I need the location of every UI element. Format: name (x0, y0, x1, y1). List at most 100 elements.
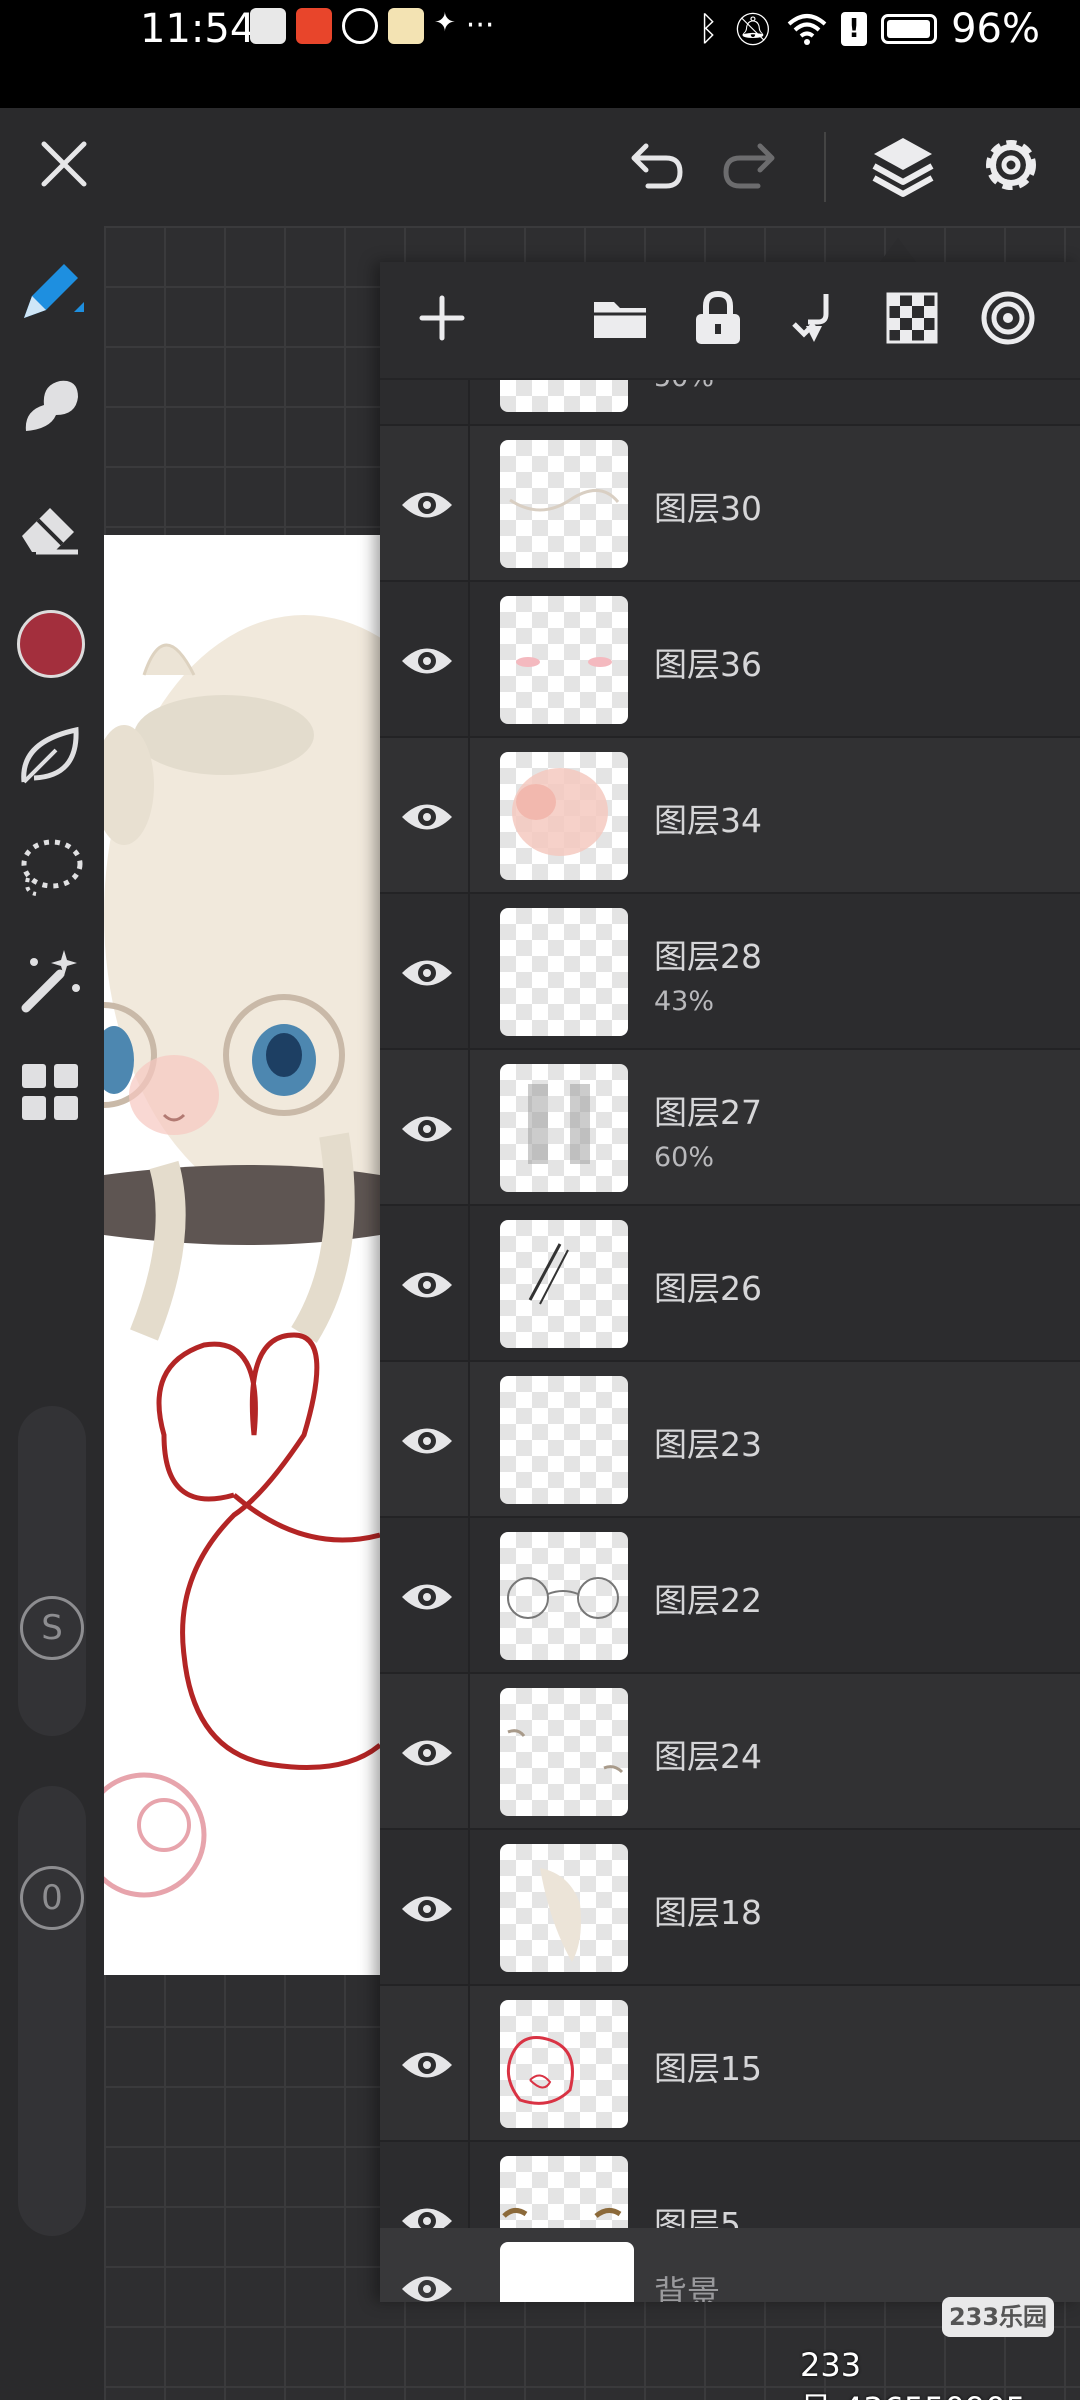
adjust-leaf-icon[interactable] (14, 720, 86, 792)
layer-row[interactable]: 图层15 (380, 1986, 1080, 2142)
layer-row[interactable]: 图层36 (380, 582, 1080, 738)
row-divider (468, 380, 470, 424)
lasso-select-icon[interactable] (14, 830, 86, 902)
visibility-eye-icon[interactable] (398, 476, 456, 534)
layer-thumbnail (500, 1064, 628, 1192)
row-divider (468, 1518, 470, 1672)
add-layer-icon[interactable] (410, 286, 474, 350)
artwork-canvas[interactable] (104, 535, 380, 1975)
layer-thumbnail (500, 1688, 628, 1816)
folder-icon[interactable] (588, 286, 652, 350)
screen: 11:54 ✦ ··· ᛒ 🔕︎ ! 96% S 0 图层30 图层36 图层3… (0, 0, 1080, 2400)
visibility-eye-icon[interactable] (398, 1100, 456, 1158)
visibility-eye-icon[interactable] (398, 1256, 456, 1314)
transparency-icon[interactable] (880, 286, 944, 350)
artwork-drawing (104, 615, 380, 1898)
notification-icons: ✦ ··· (250, 8, 494, 44)
app-notification-icon (250, 8, 286, 44)
layer-thumbnail (500, 1532, 628, 1660)
layer-thumbnail (500, 2000, 628, 2128)
mute-icon: 🔕︎ (732, 10, 774, 48)
brush-icon[interactable] (14, 256, 86, 328)
row-divider (468, 1050, 470, 1204)
layer-name: 图层34 (654, 801, 762, 840)
row-divider (468, 1206, 470, 1360)
layer-name: 图层5 (654, 2205, 741, 2228)
top-toolbar (0, 108, 1080, 226)
layer-row[interactable]: 图层18 (380, 1830, 1080, 1986)
opacity-slider-handle[interactable]: 0 (20, 1866, 84, 1930)
blend-mode-icon[interactable] (976, 286, 1040, 350)
visibility-eye-icon[interactable] (398, 788, 456, 846)
visibility-eye-icon[interactable] (398, 1724, 456, 1782)
bluetooth-icon: ᛒ (698, 9, 719, 49)
layer-row[interactable]: 图层5 (380, 2142, 1080, 2228)
row-divider (468, 2142, 470, 2228)
layer-thumbnail (500, 1844, 628, 1972)
grid-menu-icon[interactable] (14, 1056, 86, 1128)
visibility-eye-icon[interactable] (398, 1880, 456, 1938)
gear-icon[interactable] (978, 130, 1044, 200)
lock-icon[interactable] (686, 286, 750, 350)
layer-row[interactable]: 图层27 60% (380, 1050, 1080, 1206)
layer-thumbnail (500, 380, 628, 412)
background-layer-row[interactable]: 背景 (380, 2228, 1080, 2302)
eraser-icon[interactable] (14, 490, 86, 562)
watermark-logo: 233乐园 (942, 2297, 1054, 2337)
color-picker-button[interactable] (17, 610, 85, 678)
panel-pointer (880, 238, 916, 262)
close-icon[interactable] (34, 134, 94, 194)
layers-icon[interactable] (868, 132, 938, 202)
magic-wand-icon[interactable] (14, 944, 86, 1016)
shopping-app-icon (296, 8, 332, 44)
layer-name: 图层27 (654, 1093, 762, 1132)
layer-row[interactable]: 图层24 (380, 1674, 1080, 1830)
layer-thumbnail (500, 596, 628, 724)
undo-icon[interactable] (622, 136, 688, 196)
row-divider (468, 1362, 470, 1516)
row-divider (468, 894, 470, 1048)
row-divider (468, 1830, 470, 1984)
watermark-id: 233号:436550905 (800, 2346, 1026, 2400)
layer-opacity: 50% (654, 380, 714, 393)
status-right: ᛒ 🔕︎ ! 96% (698, 6, 1040, 52)
status-time: 11:54 (140, 6, 256, 52)
layer-thumbnail (500, 1220, 628, 1348)
visibility-eye-icon[interactable] (398, 632, 456, 690)
visibility-eye-icon[interactable] (398, 1412, 456, 1470)
merge-down-icon[interactable] (784, 286, 848, 350)
layer-thumbnail (500, 1376, 628, 1504)
smudge-icon[interactable] (14, 371, 86, 443)
background-thumbnail (500, 2242, 634, 2302)
layer-row[interactable]: 图层34 (380, 738, 1080, 894)
layer-row[interactable]: 图层28 43% (380, 894, 1080, 1050)
row-divider (468, 1674, 470, 1828)
layer-opacity: 60% (654, 1142, 715, 1173)
layer-name: 图层24 (654, 1737, 762, 1776)
layer-name: 图层22 (654, 1581, 762, 1620)
layer-row-partial[interactable]: 50% (380, 380, 1080, 426)
battery-icon (881, 14, 938, 44)
alert-icon: ! (841, 12, 868, 46)
visibility-eye-icon[interactable] (398, 2192, 456, 2228)
layer-row[interactable]: 图层30 (380, 426, 1080, 582)
layer-row[interactable]: 图层22 (380, 1518, 1080, 1674)
size-slider-handle[interactable]: S (20, 1596, 84, 1660)
status-bar: 11:54 ✦ ··· ᛒ 🔕︎ ! 96% (0, 0, 1080, 108)
layers-panel-toolbar (380, 262, 1080, 380)
layer-thumbnail (500, 752, 628, 880)
brush-size-slider[interactable] (18, 1406, 86, 1736)
visibility-eye-icon[interactable] (398, 2036, 456, 2094)
visibility-eye-icon[interactable] (398, 1568, 456, 1626)
redo-icon[interactable] (718, 136, 784, 196)
layer-row[interactable]: 图层23 (380, 1362, 1080, 1518)
layer-row[interactable]: 图层26 (380, 1206, 1080, 1362)
visibility-eye-icon[interactable] (398, 944, 456, 1002)
row-divider (468, 426, 470, 580)
row-divider (468, 738, 470, 892)
brush-opacity-slider[interactable] (18, 1786, 86, 2236)
layer-list[interactable]: 50% 图层30 图层36 图层34 (380, 380, 1080, 2228)
layer-name: 图层18 (654, 1893, 762, 1932)
visibility-eye-icon[interactable] (398, 2260, 456, 2302)
layers-panel: 50% 图层30 图层36 图层34 (380, 262, 1080, 2302)
